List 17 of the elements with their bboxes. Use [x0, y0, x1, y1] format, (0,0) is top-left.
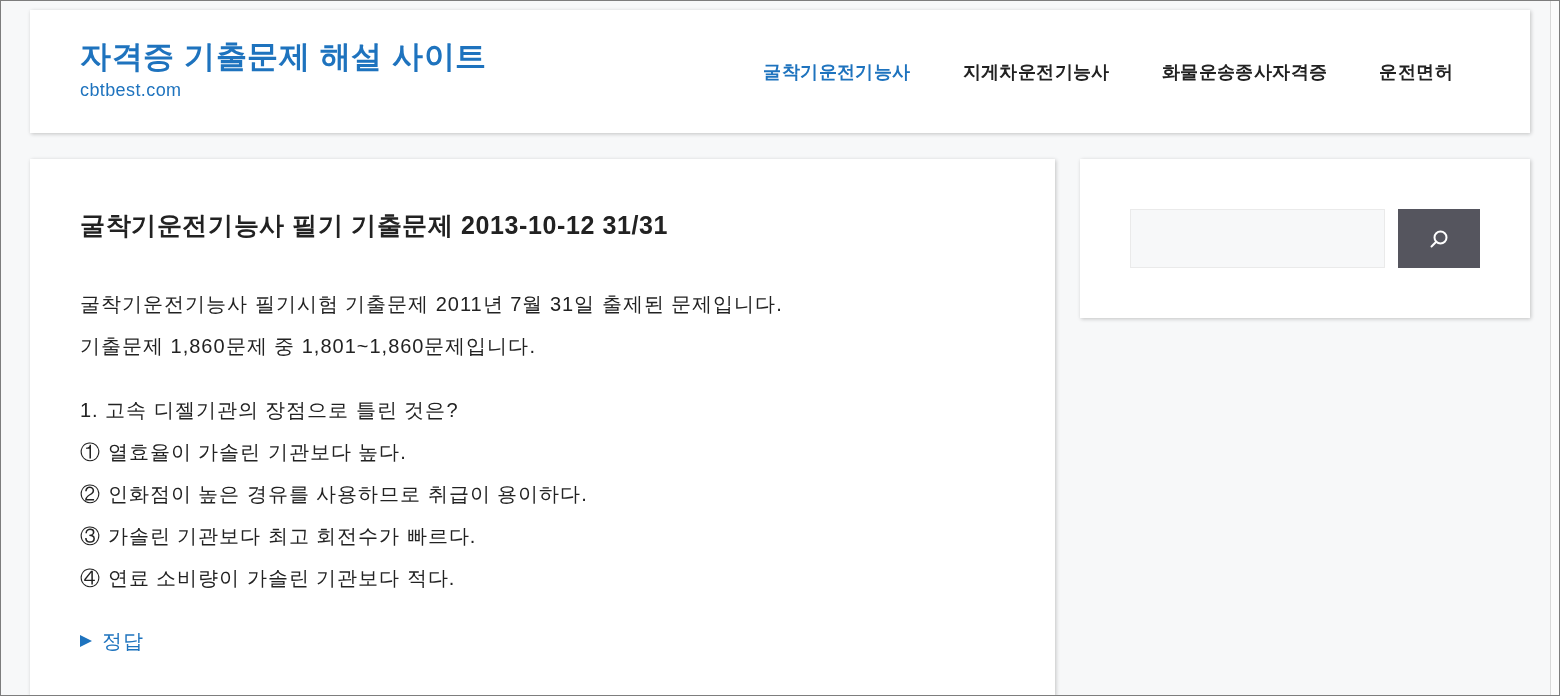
answer-option: ④ 연료 소비량이 가솔린 기관보다 적다.	[80, 557, 456, 599]
search-button[interactable]	[1398, 209, 1480, 268]
intro-text: 기출문제 1,860문제 중 1,801~1,860문제입니다.	[80, 334, 537, 359]
answer-toggle[interactable]: 정답	[80, 620, 144, 662]
nav-link[interactable]: 굴착기운전기능사	[737, 56, 937, 87]
post-title: 굴착기운전기능사 필기 기출문제 2013-10-12 31/31	[80, 210, 670, 240]
answer-option: ③ 가솔린 기관보다 최고 회전수가 빠르다.	[80, 515, 477, 557]
answer-option: ① 열효율이 가솔린 기관보다 높다.	[80, 431, 407, 473]
site-domain: cbtbest.com	[80, 79, 182, 101]
nav-link[interactable]: 운전면허	[1353, 56, 1479, 87]
search-icon	[1430, 229, 1448, 248]
intro-text: 굴착기운전기능사 필기시험 기출문제 2011년 7월 31일 출제된 문제입니다.	[80, 292, 783, 317]
question-text: 1. 고속 디젤기관의 장점으로 틀린 것은?	[80, 398, 459, 423]
site-title[interactable]: 자격증 기출문제 해설 사이트	[80, 38, 487, 76]
answer-option: ② 인화점이 높은 경유를 사용하므로 취급이 용이하다.	[80, 473, 588, 515]
nav-link[interactable]: 화물운송종사자격증	[1135, 56, 1354, 87]
nav-link[interactable]: 지게차운전기능사	[936, 56, 1136, 87]
